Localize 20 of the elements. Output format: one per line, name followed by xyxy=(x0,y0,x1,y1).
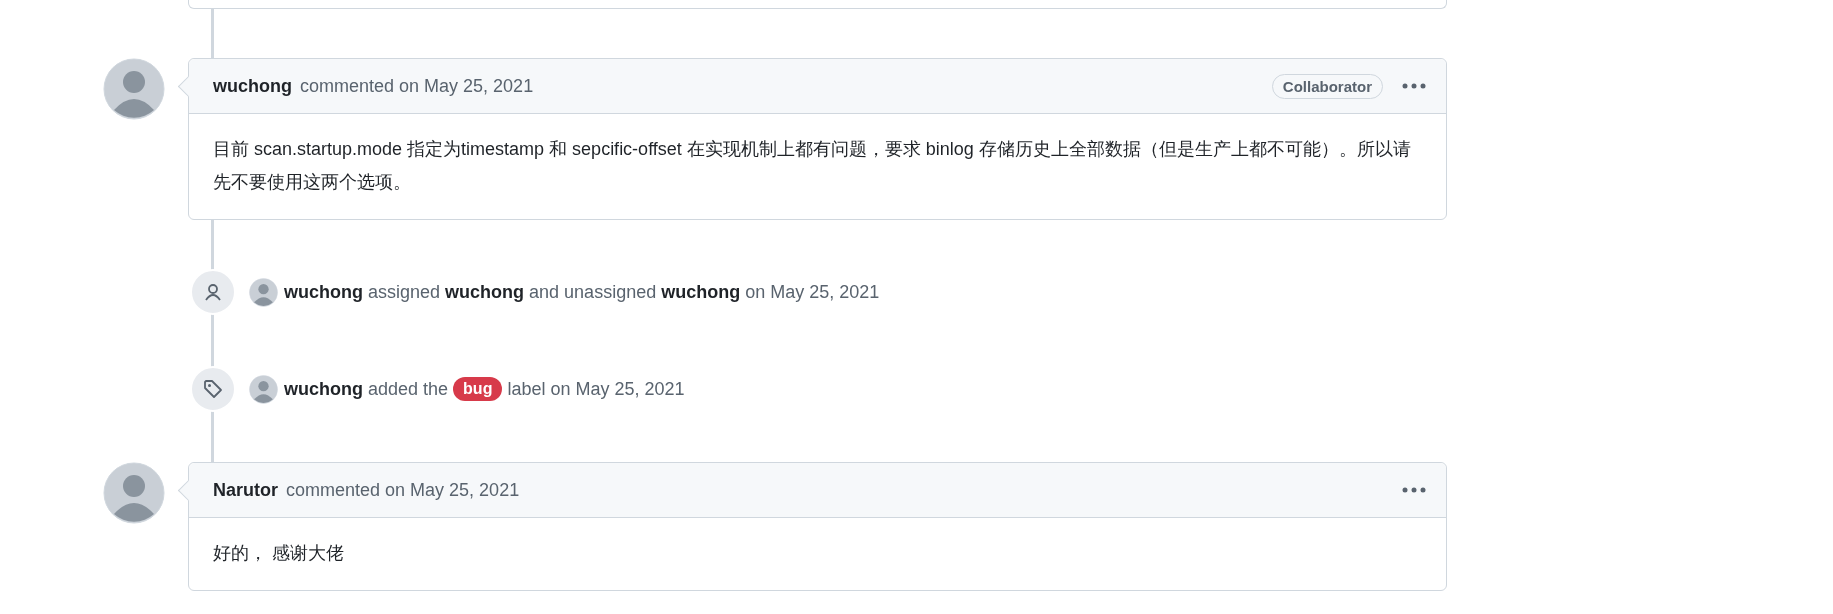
tag-icon xyxy=(203,379,223,399)
avatar-icon[interactable] xyxy=(103,462,165,524)
author-link[interactable]: wuchong xyxy=(284,281,363,303)
event-text: added the xyxy=(368,378,449,400)
comment-text: 好的， 感谢大佬 xyxy=(212,542,345,565)
more-options-icon[interactable] xyxy=(1401,486,1427,494)
author-link[interactable]: wuchong xyxy=(213,75,292,97)
author-link[interactable]: wuchong xyxy=(284,378,363,400)
comment-meta: commented on May 25, 2021 xyxy=(300,75,535,97)
avatar-icon[interactable] xyxy=(249,277,278,307)
event-text: label on May 25, 2021 xyxy=(507,378,685,400)
label-tag[interactable]: bug xyxy=(453,377,503,401)
person-icon xyxy=(203,282,223,302)
event-text: assigned wuchong and unassigned wuchong on May 25, 2021 xyxy=(368,281,880,303)
avatar-icon[interactable] xyxy=(103,58,165,120)
comment-text: 目前 scan.startup.mode 指定为timestamp 和 sepcific-offset 在实现机制上都有问题，要求 binlog 存储历史上全部数据（但是生产上都不可能）。所以请先不要使用这两个选项。 xyxy=(212,138,1412,194)
more-options-icon[interactable] xyxy=(1401,82,1427,90)
author-link[interactable]: Narutor xyxy=(213,479,278,501)
comment-meta: commented on May 25, 2021 xyxy=(286,479,521,501)
avatar-icon[interactable] xyxy=(249,374,278,404)
